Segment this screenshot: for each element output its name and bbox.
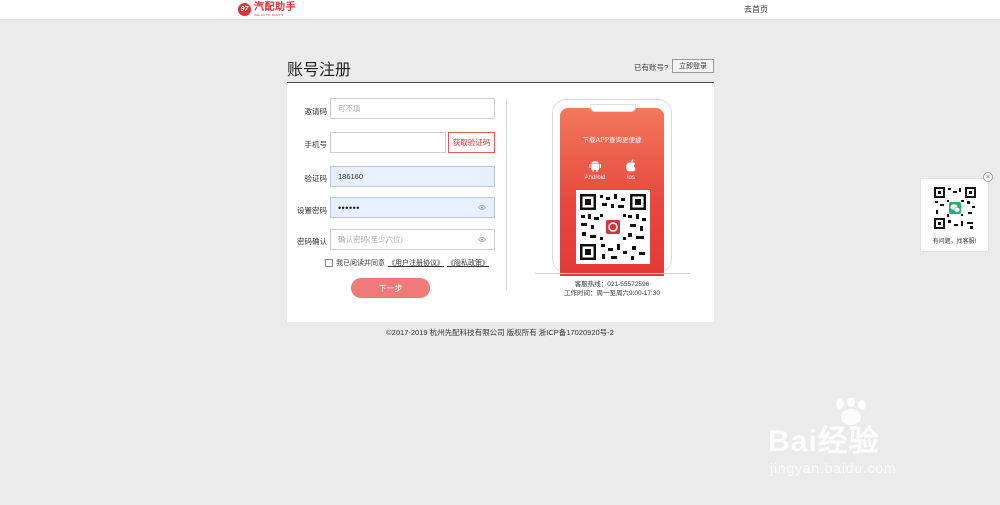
android-label: Android <box>584 175 606 181</box>
watermark-main: Bai经验 <box>768 425 880 458</box>
get-code-button[interactable]: 获取验证码 <box>448 132 495 153</box>
register-panel: 邀请码 可不填 手机号 获取验证码 验证码 186160 设置密码 ••••••… <box>287 83 714 322</box>
site-logo[interactable]: 97 汽配助手 WE AUTO PARTS <box>238 2 296 17</box>
logo-mark-icon: 97 <box>238 3 251 16</box>
heading-row: 账号注册 已有账号? 立即登录 <box>287 56 714 83</box>
phone-mockup: 下载APP查询更便捷 Android ios <box>552 99 672 276</box>
confirm-label: 密码确认 <box>297 237 327 246</box>
customer-service-text: 有问题，找客服! <box>932 239 977 245</box>
agree-text: 我已阅读并同意 <box>336 260 385 267</box>
hotline-text: 客服热线：021-55572596 <box>574 281 650 288</box>
ios-download[interactable]: ios <box>616 159 646 181</box>
baidu-watermark: Bai经验 jingyan.baidu.com <box>768 398 948 486</box>
logo-title: 汽配助手 <box>254 1 296 13</box>
work-hours-text: 工作时间：周一至周六9:00-17:30 <box>563 290 661 297</box>
code-label: 验证码 <box>304 174 328 183</box>
eye-icon[interactable] <box>478 204 486 211</box>
footer-copyright: ©2017-2019 杭州先配科技有限公司 版权所有 浙ICP备17020920… <box>386 328 614 337</box>
user-agreement-link[interactable]: 《用户注册协议》 <box>388 258 444 268</box>
customer-service-float[interactable]: 有问题，找客服! <box>920 178 989 252</box>
phone-notch <box>590 104 636 112</box>
app-qr-code <box>576 190 650 264</box>
wechat-qr-code <box>933 186 977 230</box>
password-value: •••••• <box>338 202 360 213</box>
android-download[interactable]: Android <box>580 159 610 181</box>
phone-label: 手机号 <box>304 140 328 149</box>
code-value: 186160 <box>338 172 364 181</box>
confirm-password-input[interactable]: 确认密码(至少六位) <box>330 229 495 250</box>
vertical-divider <box>506 98 507 290</box>
have-account-text: 已有账号? <box>634 63 669 72</box>
agreement-row: 我已阅读并同意 《用户注册协议》 《隐私政策》 <box>325 258 489 268</box>
top-bar: 97 汽配助手 WE AUTO PARTS 去首页 <box>0 0 1000 20</box>
password-input[interactable]: •••••• <box>330 197 495 218</box>
phone-input[interactable] <box>330 132 446 153</box>
login-button[interactable]: 立即登录 <box>672 59 714 73</box>
contact-info: 客服热线：021-55572596 工作时间：周一至周六9:00-17:30 <box>537 280 687 298</box>
privacy-policy-link[interactable]: 《隐私政策》 <box>447 258 489 268</box>
invite-code-input[interactable]: 可不填 <box>330 98 495 119</box>
invite-code-placeholder: 可不填 <box>338 104 361 113</box>
invite-code-label: 邀请码 <box>304 107 328 116</box>
logo-mark-text: 97 <box>240 6 249 13</box>
android-icon <box>589 161 601 172</box>
apple-icon <box>625 159 636 172</box>
eye-icon[interactable] <box>478 236 486 243</box>
agree-checkbox[interactable] <box>325 259 333 267</box>
app-promo-title: 下载APP查询更便捷 <box>582 136 642 144</box>
close-icon[interactable]: × <box>983 172 993 182</box>
phone-base-line <box>535 273 690 274</box>
ios-label: ios <box>627 175 635 181</box>
confirm-placeholder: 确认密码(至少六位) <box>338 235 403 244</box>
next-step-button[interactable]: 下一步 <box>351 278 430 298</box>
password-label: 设置密码 <box>297 206 327 215</box>
watermark-sub: jingyan.baidu.com <box>770 460 897 476</box>
code-input[interactable]: 186160 <box>330 166 495 187</box>
page-title: 账号注册 <box>287 62 352 79</box>
phone-screen: 下载APP查询更便捷 Android ios <box>560 108 664 276</box>
home-link[interactable]: 去首页 <box>744 4 768 15</box>
logo-subtitle: WE AUTO PARTS <box>254 12 284 17</box>
